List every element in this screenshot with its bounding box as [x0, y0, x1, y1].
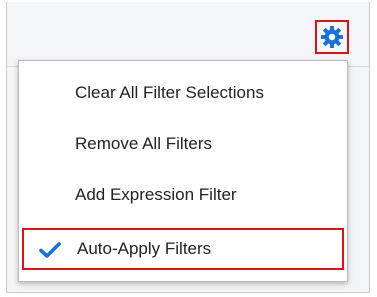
filter-options-menu: Clear All Filter Selections Remove All F…: [18, 60, 348, 282]
checkmark-icon: [39, 242, 61, 258]
gear-icon: [321, 26, 343, 48]
menu-item-remove-all-filters[interactable]: Remove All Filters: [19, 124, 347, 164]
filter-panel-screenshot: Clear All Filter Selections Remove All F…: [0, 0, 377, 297]
menu-item-add-expression-filter[interactable]: Add Expression Filter: [19, 175, 347, 215]
menu-item-auto-apply-filters[interactable]: Auto-Apply Filters: [22, 228, 344, 270]
menu-item-label: Add Expression Filter: [75, 185, 237, 204]
menu-item-label: Auto-Apply Filters: [77, 239, 212, 258]
menu-item-clear-all-filter-selections[interactable]: Clear All Filter Selections: [19, 73, 347, 113]
filter-settings-button[interactable]: [315, 20, 349, 54]
menu-item-label: Remove All Filters: [75, 134, 212, 153]
menu-item-label: Clear All Filter Selections: [75, 83, 264, 102]
